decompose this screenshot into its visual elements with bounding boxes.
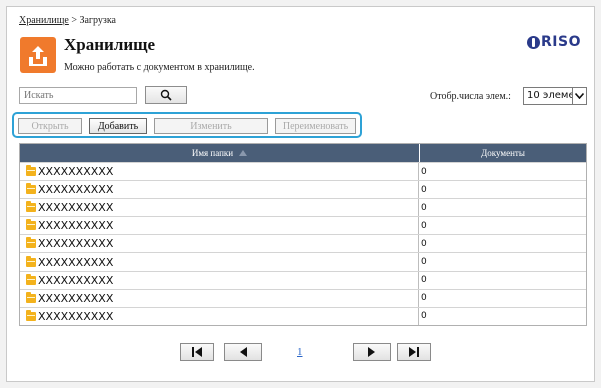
table-row[interactable]: XXXXXXXXXX 0 [20,288,586,307]
search-input[interactable] [19,87,137,104]
breadcrumb: Хранилище > Загрузка [19,15,116,26]
table-row[interactable]: XXXXXXXXXX 0 [20,180,586,199]
table-row[interactable]: XXXXXXXXXX 0 [20,216,586,235]
document-count-cell: 0 [421,275,427,286]
column-header-folder-name[interactable]: Имя папки [20,144,420,162]
folder-name: XXXXXXXXXX [38,183,114,197]
display-count-label: Отобр.числа элем.: [430,91,511,102]
table-header: Имя папки Документы [20,144,586,162]
folder-name-cell: XXXXXXXXXX [20,217,419,235]
table-row[interactable]: XXXXXXXXXX 0 [20,162,586,181]
search-button[interactable] [145,86,187,104]
folder-icon [26,201,36,213]
edit-button[interactable]: Изменить [154,118,268,134]
table-row[interactable]: XXXXXXXXXX 0 [20,270,586,289]
riso-logo-mark-icon [527,35,541,49]
next-page-icon [368,347,375,357]
breadcrumb-separator: > [68,15,80,26]
rename-button[interactable]: Переименовать [275,118,356,134]
last-page-button[interactable] [397,343,431,361]
document-count-cell: 0 [421,311,427,322]
riso-logo: RISO [527,34,581,50]
document-count-cell: 0 [421,166,427,177]
page-title: Хранилище [64,35,156,54]
first-page-icon [192,347,202,357]
document-count-cell: 0 [421,293,427,304]
table-row[interactable]: XXXXXXXXXX 0 [20,306,586,325]
folder-icon [26,291,36,303]
display-count-value: 10 элементов [527,90,572,101]
action-toolbar: Открыть Добавить Изменить Переименовать [12,112,362,138]
folder-name-cell: XXXXXXXXXX [20,271,419,289]
folder-name: XXXXXXXXXX [38,237,114,251]
folder-name-cell: XXXXXXXXXX [20,163,419,181]
folder-table: Имя папки Документы XXXXXXXXXX 0 XXXXXXXXX… [19,143,587,326]
column-header-folder-name-label: Имя папки [191,148,234,158]
folder-name: XXXXXXXXXX [38,255,114,269]
page-number-link[interactable]: 1 [297,346,303,358]
chevron-down-icon [572,88,586,104]
prev-page-icon [240,347,247,357]
folder-name-cell: XXXXXXXXXX [20,307,419,325]
table-row[interactable]: XXXXXXXXXX 0 [20,252,586,271]
document-count-cell: 0 [421,238,427,249]
page-subtitle: Можно работать с документом в хранилище. [64,62,255,73]
folder-name-cell: XXXXXXXXXX [20,289,419,307]
folder-icon [26,165,36,177]
document-count-cell: 0 [421,220,427,231]
folder-name: XXXXXXXXXX [38,291,114,305]
table-body: XXXXXXXXXX 0 XXXXXXXXXX 0 XXXXXXXXXX 0 XXXXXXX… [20,162,586,325]
folder-name-cell: XXXXXXXXXX [20,253,419,271]
document-count-cell: 0 [421,257,427,268]
sort-ascending-icon [239,150,248,156]
folder-name-cell: XXXXXXXXXX [20,235,419,253]
first-page-button[interactable] [180,343,214,361]
folder-icon [26,219,36,231]
folder-name-cell: XXXXXXXXXX [20,181,419,199]
folder-name: XXXXXXXXXX [38,165,114,179]
folder-name: XXXXXXXXXX [38,273,114,287]
table-row[interactable]: XXXXXXXXXX 0 [20,234,586,253]
folder-icon [26,183,36,195]
folder-name-cell: XXXXXXXXXX [20,199,419,217]
display-count-select[interactable]: 10 элементов [523,87,587,105]
prev-page-button[interactable] [224,343,262,361]
document-count-cell: 0 [421,202,427,213]
folder-icon [26,273,36,285]
column-header-documents[interactable]: Документы [420,144,586,162]
folder-name: XXXXXXXXXX [38,201,114,215]
search-icon [160,89,172,101]
last-page-icon [409,347,419,357]
folder-icon [26,237,36,249]
folder-icon [26,309,36,321]
riso-logo-text: RISO [541,34,581,50]
document-count-cell: 0 [421,184,427,195]
breadcrumb-current: Загрузка [79,15,116,26]
add-button[interactable]: Добавить [89,118,147,134]
upload-icon [20,37,56,73]
breadcrumb-link-storage[interactable]: Хранилище [19,15,69,26]
folder-name: XXXXXXXXXX [38,309,114,323]
next-page-button[interactable] [353,343,391,361]
open-button[interactable]: Открыть [18,118,82,134]
table-row[interactable]: XXXXXXXXXX 0 [20,198,586,217]
folder-icon [26,255,36,267]
folder-name: XXXXXXXXXX [38,219,114,233]
